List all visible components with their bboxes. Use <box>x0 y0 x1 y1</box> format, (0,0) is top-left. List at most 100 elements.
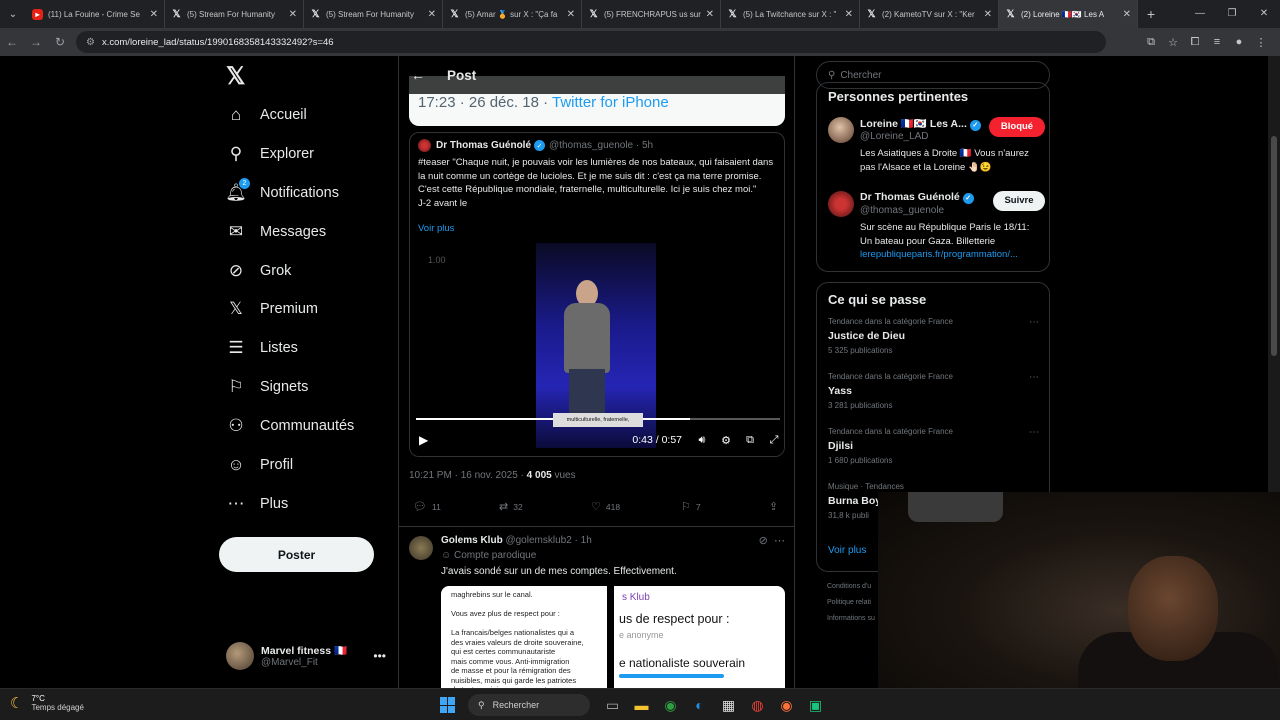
forward-arrow-icon[interactable]: → <box>24 35 48 49</box>
reply-image-1[interactable]: maghrebins sur le canal. Vous avez plus d… <box>441 586 607 688</box>
account-switcher[interactable]: Marvel fitness 🇫🇷 @Marvel_Fit ••• <box>226 642 386 670</box>
more-dots-icon[interactable]: ⋯ <box>1029 317 1039 328</box>
media-control-icon[interactable]: ≡ <box>1206 36 1228 49</box>
more-dots-icon[interactable]: ••• <box>373 649 386 663</box>
browser-tab[interactable]: 𝕏 (5) FRENCHRAPUS us sur ✕ <box>582 0 721 28</box>
grok-icon[interactable]: ⊘ <box>759 535 768 547</box>
profile-avatar-icon[interactable]: ● <box>1228 36 1250 49</box>
footer-link-info[interactable]: Informations su <box>827 615 875 622</box>
see-more-link[interactable]: Voir plus <box>418 223 454 234</box>
close-window-icon[interactable]: ✕ <box>1248 0 1280 28</box>
browser-tab[interactable]: ▸ (11) La Fouine - Crime Se ✕ <box>26 0 165 28</box>
reply-image-2[interactable]: s Klub us de respect pour : e anonyme e … <box>614 586 785 688</box>
nav-item-communautés[interactable]: ⚇ Communautés <box>226 411 354 441</box>
nav-item-label: Listes <box>260 340 298 356</box>
task-view-icon[interactable]: ▭ <box>598 693 627 717</box>
file-explorer-icon[interactable]: ▬ <box>627 693 656 717</box>
tab-close-icon[interactable]: ✕ <box>984 9 992 20</box>
avatar[interactable] <box>828 191 854 217</box>
nav-item-messages[interactable]: ✉ Messages <box>226 217 326 247</box>
footer-link-terms[interactable]: Conditions d'u <box>827 583 871 590</box>
tab-search-chevron-icon[interactable]: ⌄ <box>0 0 26 28</box>
nav-item-plus[interactable]: ⋯ Plus <box>226 489 289 519</box>
back-arrow-icon[interactable]: ← <box>411 67 425 83</box>
avatar[interactable] <box>409 536 433 560</box>
browser-tab[interactable]: 𝕏 (5) Stream For Humanity ✕ <box>165 0 304 28</box>
more-dots-icon[interactable]: ⋯ <box>1029 372 1039 383</box>
person-card[interactable]: Loreine 🇫🇷🇰🇷 Les A... ✓ @Loreine_LAD Les… <box>828 117 1045 177</box>
back-arrow-icon[interactable]: ← <box>0 35 24 49</box>
reload-icon[interactable]: ↻ <box>48 35 72 49</box>
share-button[interactable]: ⇪ <box>769 500 783 513</box>
quoted-post[interactable]: Dr Thomas Guénolé ✓ @thomas_guenole · 5h… <box>409 132 785 457</box>
nav-item-signets[interactable]: ⚐ Signets <box>226 372 308 402</box>
tab-close-icon[interactable]: ✕ <box>150 9 158 20</box>
new-tab-button[interactable]: + <box>1138 6 1164 22</box>
popout-icon[interactable]: ⧉ <box>738 434 762 447</box>
browser-tab[interactable]: 𝕏 (5) Amar 🏅 sur X : "Ça fa ✕ <box>443 0 582 28</box>
nav-item-grok[interactable]: ⊘ Grok <box>226 256 292 286</box>
browser-tab[interactable]: 𝕏 (5) La Twitchance sur X : " ✕ <box>721 0 860 28</box>
firefox-icon[interactable]: ◉ <box>772 693 801 717</box>
more-dots-icon[interactable]: ⋯ <box>1029 427 1039 438</box>
tab-close-icon[interactable]: ✕ <box>706 9 714 20</box>
trend-item[interactable]: Tendance dans la catégorie France Djilsi 1… <box>828 427 1043 465</box>
repost-button[interactable]: ⇄ 32 <box>499 500 523 513</box>
settings-gear-icon[interactable]: ⚙ <box>714 434 738 447</box>
restore-icon[interactable]: ❐ <box>1216 0 1248 28</box>
person-bio-link[interactable]: lerepubliqueparis.fr/programmation/... <box>860 249 1018 260</box>
chrome-icon[interactable]: ◍ <box>743 693 772 717</box>
like-button[interactable]: ♡ 418 <box>591 500 620 513</box>
nav-item-premium[interactable]: 𝕏 Premium <box>226 294 318 324</box>
reply-author-name[interactable]: Golems Klub <box>441 535 503 546</box>
nav-item-accueil[interactable]: ⌂ Accueil <box>226 100 307 130</box>
tab-close-icon[interactable]: ✕ <box>845 9 853 20</box>
store-icon[interactable]: ▦ <box>714 693 743 717</box>
play-icon[interactable]: ▶ <box>419 433 428 447</box>
person-name[interactable]: Dr Thomas Guénolé ✓ <box>860 191 978 204</box>
browser-tab[interactable]: 𝕏 (2) KametoTV sur X : "Ker ✕ <box>860 0 999 28</box>
bookmark-button[interactable]: ⚐ 7 <box>681 500 701 513</box>
streaming-app-icon[interactable]: ▣ <box>801 693 830 717</box>
tab-close-icon[interactable]: ✕ <box>567 9 575 20</box>
x-logo-icon[interactable]: 𝕏 <box>226 62 245 91</box>
trend-item[interactable]: Tendance dans la catégorie France Justice… <box>828 317 1043 355</box>
person-name[interactable]: Loreine 🇫🇷🇰🇷 Les A... ✓ <box>860 117 985 131</box>
edge-icon[interactable]: ◐ <box>685 693 714 717</box>
post-button[interactable]: Poster <box>219 537 374 572</box>
follow-button[interactable]: Suivre <box>993 191 1045 211</box>
tab-close-icon[interactable]: ✕ <box>1123 9 1131 20</box>
weather-widget[interactable]: ☾ 7°C Temps dégagé <box>10 694 84 712</box>
nav-item-notifications[interactable]: 🔔︎ 2 Notifications <box>225 178 339 208</box>
browser-menu-icon[interactable]: ⋮ <box>1250 36 1272 49</box>
more-dots-icon[interactable]: ⋯ <box>774 535 785 547</box>
nav-item-explorer[interactable]: ⚲ Explorer <box>226 139 314 169</box>
see-more-link[interactable]: Voir plus <box>828 545 866 556</box>
trend-item[interactable]: Tendance dans la catégorie France Yass 3 2… <box>828 372 1043 410</box>
reply-button[interactable]: 💬︎ 11 <box>413 500 441 513</box>
volume-icon[interactable]: 🔊︎ <box>690 434 714 447</box>
video-player[interactable]: 1.00 multiculturelle, fraternelle, ▶ 0:4… <box>410 243 784 456</box>
browser-tab[interactable]: 𝕏 (5) Stream For Humanity ✕ <box>304 0 443 28</box>
scrollbar-thumb[interactable] <box>1271 136 1277 356</box>
windows-start-icon[interactable] <box>440 697 456 713</box>
person-card[interactable]: Dr Thomas Guénolé ✓ @thomas_guenole Sur … <box>828 191 1045 261</box>
install-app-icon[interactable]: ⧉ <box>1140 36 1162 49</box>
tab-close-icon[interactable]: ✕ <box>428 9 436 20</box>
avatar[interactable] <box>828 117 854 143</box>
xbox-icon[interactable]: ◉ <box>656 693 685 717</box>
extensions-icon[interactable]: ⧠ <box>1184 36 1206 49</box>
site-info-icon[interactable]: ⚙ <box>86 37 95 48</box>
fullscreen-icon[interactable]: ⤢ <box>762 434 784 447</box>
footer-link-privacy[interactable]: Politique relati <box>827 599 871 606</box>
blocked-button[interactable]: Bloqué <box>989 117 1045 137</box>
browser-tab[interactable]: 𝕏 (2) Loreine 🇫🇷🇰🇷 Les A ✕ <box>999 0 1138 28</box>
bookmark-star-icon[interactable]: ☆ <box>1162 36 1184 49</box>
address-bar[interactable]: ⚙ x.com/loreine_lad/status/1990168358143… <box>76 31 1106 53</box>
post-timestamp[interactable]: 10:21 PM · 16 nov. 2025 · <box>409 470 527 481</box>
nav-item-profil[interactable]: ☺ Profil <box>226 450 293 480</box>
minimize-icon[interactable]: — <box>1184 0 1216 28</box>
tab-close-icon[interactable]: ✕ <box>289 9 297 20</box>
nav-item-listes[interactable]: ☰ Listes <box>226 333 298 363</box>
taskbar-search[interactable]: ⚲ Rechercher <box>468 694 590 716</box>
